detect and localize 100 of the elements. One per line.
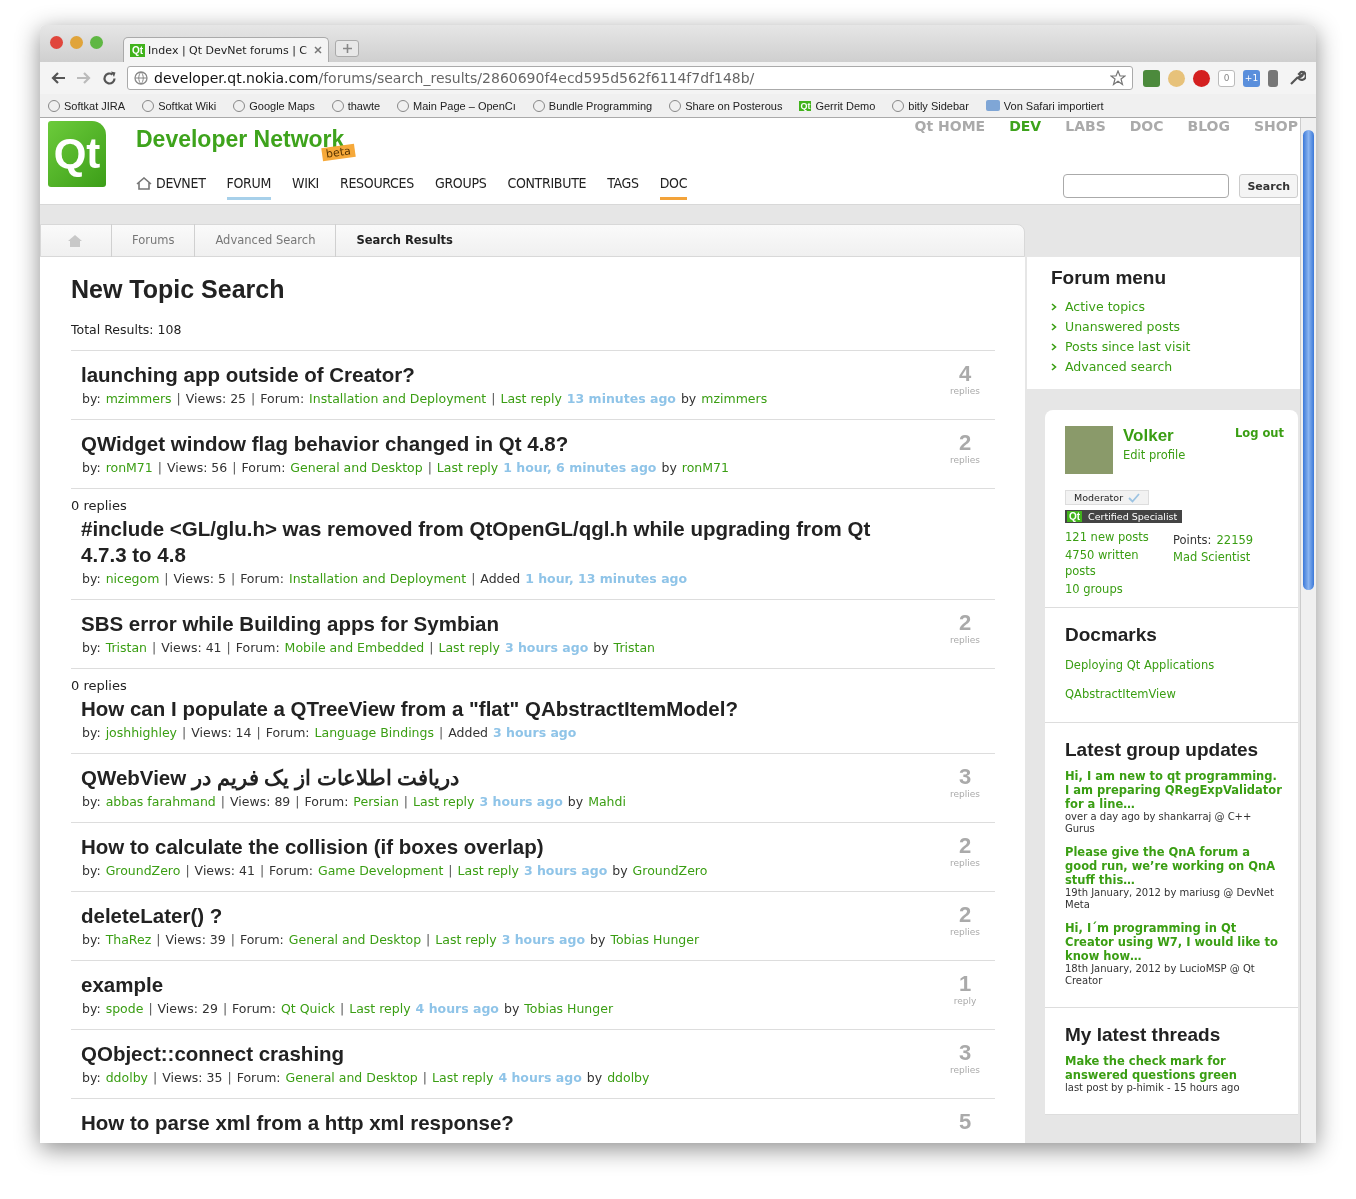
- docmark-link[interactable]: QAbstractItemView: [1065, 687, 1176, 701]
- meta-link[interactable]: mzimmers: [105, 391, 172, 406]
- extension-icon[interactable]: [1143, 69, 1160, 87]
- meta-link[interactable]: Last reply: [435, 932, 497, 947]
- nav-tab[interactable]: DOC: [659, 175, 688, 200]
- bookmark-link[interactable]: Google Maps: [233, 99, 315, 112]
- meta-link[interactable]: Last reply: [349, 1001, 411, 1016]
- meta-link[interactable]: GroundZero: [632, 863, 708, 878]
- meta-link[interactable]: General and Desktop: [288, 932, 422, 947]
- topic-title-link[interactable]: deleteLater() ?: [81, 903, 881, 929]
- bookmark-link[interactable]: Share on Posterous: [669, 99, 783, 112]
- meta-link[interactable]: Last reply: [500, 391, 562, 406]
- meta-link[interactable]: abbas farahmand: [105, 794, 216, 809]
- meta-link[interactable]: Persian: [353, 794, 399, 809]
- logout-link[interactable]: Log out: [1234, 426, 1284, 474]
- meta-link[interactable]: Installation and Deployment: [288, 571, 467, 586]
- bookmark-link[interactable]: Softkat JIRA: [48, 99, 126, 112]
- meta-link[interactable]: Tristan: [105, 640, 148, 655]
- scrollbar[interactable]: [1300, 118, 1316, 1143]
- docmark-link[interactable]: Deploying Qt Applications: [1065, 658, 1215, 672]
- meta-link[interactable]: ronM71: [681, 460, 729, 475]
- topic-title-link[interactable]: launching app outside of Creator?: [81, 362, 881, 388]
- meta-link[interactable]: Mahdi: [588, 794, 626, 809]
- stat-link[interactable]: 121 new posts: [1065, 529, 1165, 545]
- topic-title-link[interactable]: #include <GL/glu.h> was removed from QtOpenGL/qgl.h while upgrading from Qt 4.7.3 to 4.8: [81, 516, 881, 568]
- stat-link[interactable]: 10 groups: [1065, 581, 1165, 597]
- top-link[interactable]: DEV: [1009, 118, 1042, 134]
- meta-link[interactable]: Last reply: [413, 794, 475, 809]
- nav-tab[interactable]: RESOURCES: [340, 175, 414, 200]
- top-link[interactable]: BLOG: [1187, 118, 1231, 134]
- bookmark-link[interactable]: thawte: [331, 99, 381, 112]
- meta-link[interactable]: General and Desktop: [290, 460, 423, 475]
- bookmark-link[interactable]: Qt Gerrit Demo: [799, 99, 876, 112]
- extension-button[interactable]: +1: [1243, 69, 1260, 87]
- meta-link[interactable]: Mobile and Embedded: [284, 640, 425, 655]
- search-field[interactable]: [1063, 174, 1230, 198]
- stat-link[interactable]: 4750 written posts: [1065, 547, 1165, 579]
- forum-menu-link[interactable]: Posts since last visit: [1065, 339, 1191, 354]
- logo[interactable]: Qt: [48, 121, 106, 187]
- nav-tab[interactable]: CONTRIBUTE: [507, 175, 587, 200]
- bookmark-link[interactable]: Main Page – OpenCı: [397, 99, 516, 112]
- bookmark-link[interactable]: Bundle Programming: [532, 99, 653, 112]
- meta-link[interactable]: Tristan: [613, 640, 655, 655]
- topic-title-link[interactable]: example: [81, 972, 881, 998]
- nav-tab[interactable]: FORUM: [226, 175, 272, 200]
- edit-profile-link[interactable]: Edit profile: [1123, 448, 1186, 462]
- forum-menu-link[interactable]: Advanced search: [1065, 359, 1173, 374]
- top-link[interactable]: Qt HOME: [914, 118, 986, 134]
- bookmark-link[interactable]: Softkat Wiki: [142, 99, 217, 112]
- group-update-link[interactable]: Hi, I am new to qt programming. I am preparing QRegExpValidator for a line…: [1065, 769, 1284, 811]
- forum-menu-link[interactable]: Active topics: [1065, 299, 1145, 314]
- top-link[interactable]: SHOP: [1254, 118, 1298, 134]
- topic-title-link[interactable]: SBS error while Building apps for Symbian: [81, 611, 881, 637]
- nav-tab[interactable]: GROUPS: [434, 175, 487, 200]
- topic-title-link[interactable]: How can I populate a QTreeView from a "flat" QAbstractItemModel?: [81, 696, 881, 722]
- nav-tab[interactable]: DEVNET: [136, 175, 206, 200]
- extension-button[interactable]: 0: [1218, 69, 1235, 87]
- top-link[interactable]: LABS: [1065, 118, 1106, 134]
- meta-link[interactable]: joshhighley: [105, 725, 177, 740]
- meta-link[interactable]: ddolby: [105, 1070, 148, 1085]
- meta-link[interactable]: Installation and Deployment: [309, 391, 487, 406]
- back-icon[interactable]: [50, 71, 66, 85]
- meta-link[interactable]: GroundZero: [105, 863, 181, 878]
- topic-title-link[interactable]: QObject::connect crashing: [81, 1041, 881, 1067]
- meta-link[interactable]: ddolby: [607, 1070, 650, 1085]
- forum-menu-link[interactable]: Unanswered posts: [1065, 319, 1181, 334]
- browser-tab[interactable]: Qt Index | Qt DevNet forums | C: [123, 37, 329, 62]
- topic-title-link[interactable]: How to calculate the collision (if boxes overlap): [81, 834, 881, 860]
- meta-link[interactable]: ronM71: [105, 460, 153, 475]
- close-tab-icon[interactable]: [314, 46, 322, 54]
- meta-link[interactable]: Last reply: [457, 863, 519, 878]
- meta-link[interactable]: Language Bindings: [314, 725, 434, 740]
- nav-tab[interactable]: WIKI: [292, 175, 319, 200]
- address-field[interactable]: developer.qt.nokia.com/forums/search_results/2860690f4ecd595d562f6114f7df148b/: [127, 66, 1133, 90]
- close-window-button[interactable]: [50, 36, 63, 49]
- meta-link[interactable]: Last reply: [436, 460, 499, 475]
- group-update-link[interactable]: Hi, I´m programming in Qt Creator using W7, I would like to know how…: [1065, 921, 1284, 963]
- meta-link[interactable]: Qt Quick: [280, 1001, 335, 1016]
- topic-title-link[interactable]: QWidget window flag behavior changed in Qt 4.8?: [81, 431, 881, 457]
- meta-link[interactable]: ThaRez: [105, 932, 152, 947]
- zoom-window-button[interactable]: [90, 36, 103, 49]
- meta-link[interactable]: General and Desktop: [285, 1070, 418, 1085]
- extension-icon[interactable]: [1268, 69, 1278, 87]
- meta-link[interactable]: Last reply: [432, 1070, 494, 1085]
- group-update-link[interactable]: Please give the QnA forum a good run, we’re working on QnA stuff this…: [1065, 845, 1284, 887]
- new-tab-button[interactable]: [335, 40, 359, 57]
- nav-tab[interactable]: TAGS: [607, 175, 639, 200]
- meta-link[interactable]: Game Development: [317, 863, 444, 878]
- meta-link[interactable]: Last reply: [438, 640, 500, 655]
- meta-link[interactable]: Tobias Hunger: [610, 932, 700, 947]
- meta-link[interactable]: nicegom: [105, 571, 160, 586]
- scrollbar-thumb[interactable]: [1303, 130, 1314, 590]
- topic-title-link[interactable]: How to parse xml from a http xml response?: [81, 1110, 881, 1136]
- user-name-link[interactable]: Volker: [1123, 426, 1186, 446]
- extension-icon[interactable]: [1193, 69, 1210, 87]
- bookmark-link[interactable]: bitly Sidebar: [892, 99, 969, 112]
- bookmark-link[interactable]: Von Safari importiert: [985, 99, 1104, 112]
- top-link[interactable]: DOC: [1129, 118, 1164, 134]
- search-button[interactable]: Search: [1239, 174, 1298, 198]
- thread-link[interactable]: Make the check mark for answered questions green: [1065, 1054, 1284, 1082]
